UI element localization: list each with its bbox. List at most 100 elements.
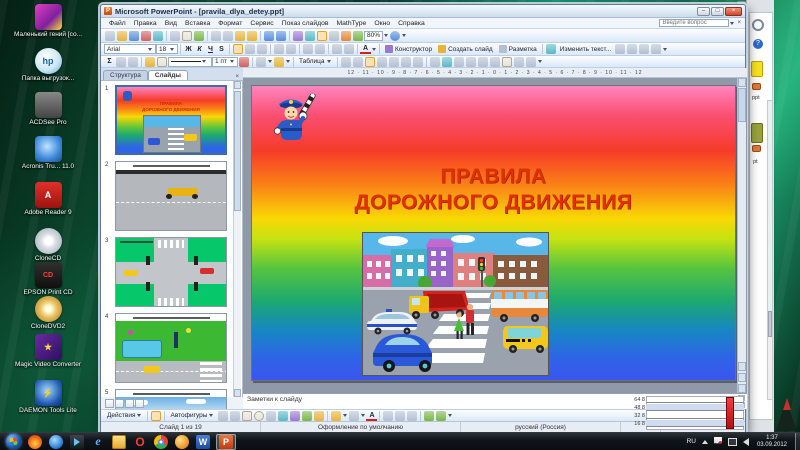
pane-close-icon[interactable]: × [233,74,241,80]
font-color-icon[interactable]: А [366,411,377,421]
shadow-style-icon[interactable] [424,411,434,421]
scroll-up-icon[interactable] [738,78,746,87]
toolbar-options-icon[interactable] [448,414,452,417]
line-style-select[interactable] [168,57,212,67]
desktop-icon-adobe-reader[interactable]: A Adobe Reader 9 [4,182,92,216]
outside-borders-icon[interactable] [256,57,266,67]
fill-color-icon[interactable] [331,411,341,421]
align-bottom-icon[interactable] [389,57,399,67]
main-scrollbar[interactable] [737,78,746,393]
line-color-icon[interactable] [349,411,359,421]
wordart-format-icon[interactable] [627,44,637,54]
menu-insert[interactable]: Вставка [181,20,214,27]
wordart-icon[interactable] [278,411,288,421]
actions-menu-button[interactable]: Действия [104,410,145,421]
wordart-gallery-icon[interactable] [615,44,625,54]
chevron-down-icon[interactable] [384,34,388,37]
show-desktop-button[interactable] [795,433,800,450]
expand-all-icon[interactable] [353,31,363,41]
insert-picture-icon[interactable] [314,411,324,421]
show-formatting-icon[interactable] [317,31,327,41]
scrollbar-thumb[interactable] [768,311,772,337]
bold-button[interactable]: Ж [183,44,194,55]
slide-thumbnail-1[interactable]: ПРАВИЛА ДОРОЖНОГО ДВИЖЕНИЯ [115,85,227,155]
new-icon[interactable] [105,31,115,41]
sort-ascending-icon[interactable] [514,57,524,67]
cut-icon[interactable] [211,31,221,41]
border-color-icon[interactable] [239,57,249,67]
autoshapes-menu-button[interactable]: Автофигуры [167,410,217,421]
center-vertically-icon[interactable] [377,57,387,67]
shadow-button[interactable]: S [216,44,227,55]
background-window-scrollbar[interactable] [767,100,773,400]
taskbar-media-player-icon[interactable] [70,435,84,449]
font-name-select[interactable]: Arial [104,44,156,54]
menu-help[interactable]: Справка [394,20,429,27]
taskbar-internet-explorer-icon[interactable]: e [91,435,105,449]
taskbar-powerpoint-icon[interactable]: P [219,435,233,449]
chevron-down-icon[interactable] [730,22,734,25]
paste-icon[interactable] [235,31,245,41]
slide-editing-area[interactable]: ПРАВИЛА ДОРОЖНОГО ДВИЖЕНИЯ [243,78,747,393]
hidden-icons-icon[interactable] [702,440,708,444]
taskbar-explorer-folder-icon[interactable] [112,435,126,449]
language-indicator[interactable]: RU [687,438,696,445]
mathtype-display-icon[interactable] [128,57,138,67]
scroll-up-icon[interactable] [234,81,241,89]
menu-view[interactable]: Вид [161,20,181,27]
increase-indent-icon[interactable] [344,44,354,54]
help-icon[interactable] [390,31,400,41]
show-grid-icon[interactable] [329,31,339,41]
table-autoformat-icon[interactable] [490,57,500,67]
email-icon[interactable] [153,31,163,41]
autofit-icon[interactable] [478,57,488,67]
taskbar-word-icon[interactable]: W [196,435,210,449]
distribute-rows-icon[interactable] [401,57,411,67]
desktop-icon-daemon-tools[interactable]: ⚡ DAEMON Tools Lite [4,380,92,414]
wordart-shape-icon[interactable] [639,44,649,54]
underline-button[interactable]: Ч [205,44,216,55]
taskbar-chrome-icon[interactable] [154,435,168,449]
menu-file[interactable]: Файл [105,20,130,27]
format-painter-icon[interactable] [247,31,257,41]
taskbar-opera-icon[interactable]: O [133,435,147,449]
redo-icon[interactable] [276,31,286,41]
delete-columns-icon[interactable] [466,57,476,67]
menu-tools[interactable]: Сервис [246,20,277,27]
insert-wordart-icon[interactable] [546,44,556,54]
question-input[interactable] [659,19,729,27]
minimize-button[interactable]: – [697,7,710,16]
menu-window[interactable]: Окно [370,20,394,27]
mathtype-equation-icon[interactable]: Σ [104,56,115,67]
oval-icon[interactable] [254,411,264,421]
textbox-icon[interactable] [266,411,276,421]
arrow-style-icon[interactable] [407,411,417,421]
scroll-down-icon[interactable] [738,384,746,393]
menu-format[interactable]: Формат [214,20,246,27]
copy-icon[interactable] [223,31,233,41]
undo-icon[interactable] [264,31,274,41]
table-menu-button[interactable]: Таблица [296,56,335,67]
increase-font-icon[interactable] [303,44,313,54]
spelling-icon[interactable] [194,31,204,41]
sort-descending-icon[interactable] [526,57,536,67]
desktop-icon-magic-video[interactable]: ★ Magic Video Converter [4,334,92,368]
action-center-icon[interactable] [714,437,722,446]
desktop-icon-papka-vygruzok[interactable]: hp Папка выгрузок... [4,48,92,82]
line-weight-select[interactable]: 1 пт [212,57,238,67]
file-olive-icon[interactable] [751,123,763,143]
insert-chart-icon[interactable] [293,31,303,41]
color-grayscale-icon[interactable] [341,31,351,41]
start-button[interactable] [6,434,21,449]
align-top-icon[interactable] [365,57,375,67]
view-extra-button[interactable] [135,399,144,408]
desktop-icon-epson-printcd[interactable]: CD EPSON Print CD [4,262,92,296]
insert-table-icon[interactable] [305,31,315,41]
decrease-indent-icon[interactable] [332,44,342,54]
3d-style-icon[interactable] [436,411,446,421]
draw-table-pencil-icon[interactable] [145,57,155,67]
diagram-icon[interactable] [290,411,300,421]
split-cells-icon[interactable] [353,57,363,67]
delete-rows-icon[interactable] [454,57,464,67]
save-icon[interactable] [129,31,139,41]
